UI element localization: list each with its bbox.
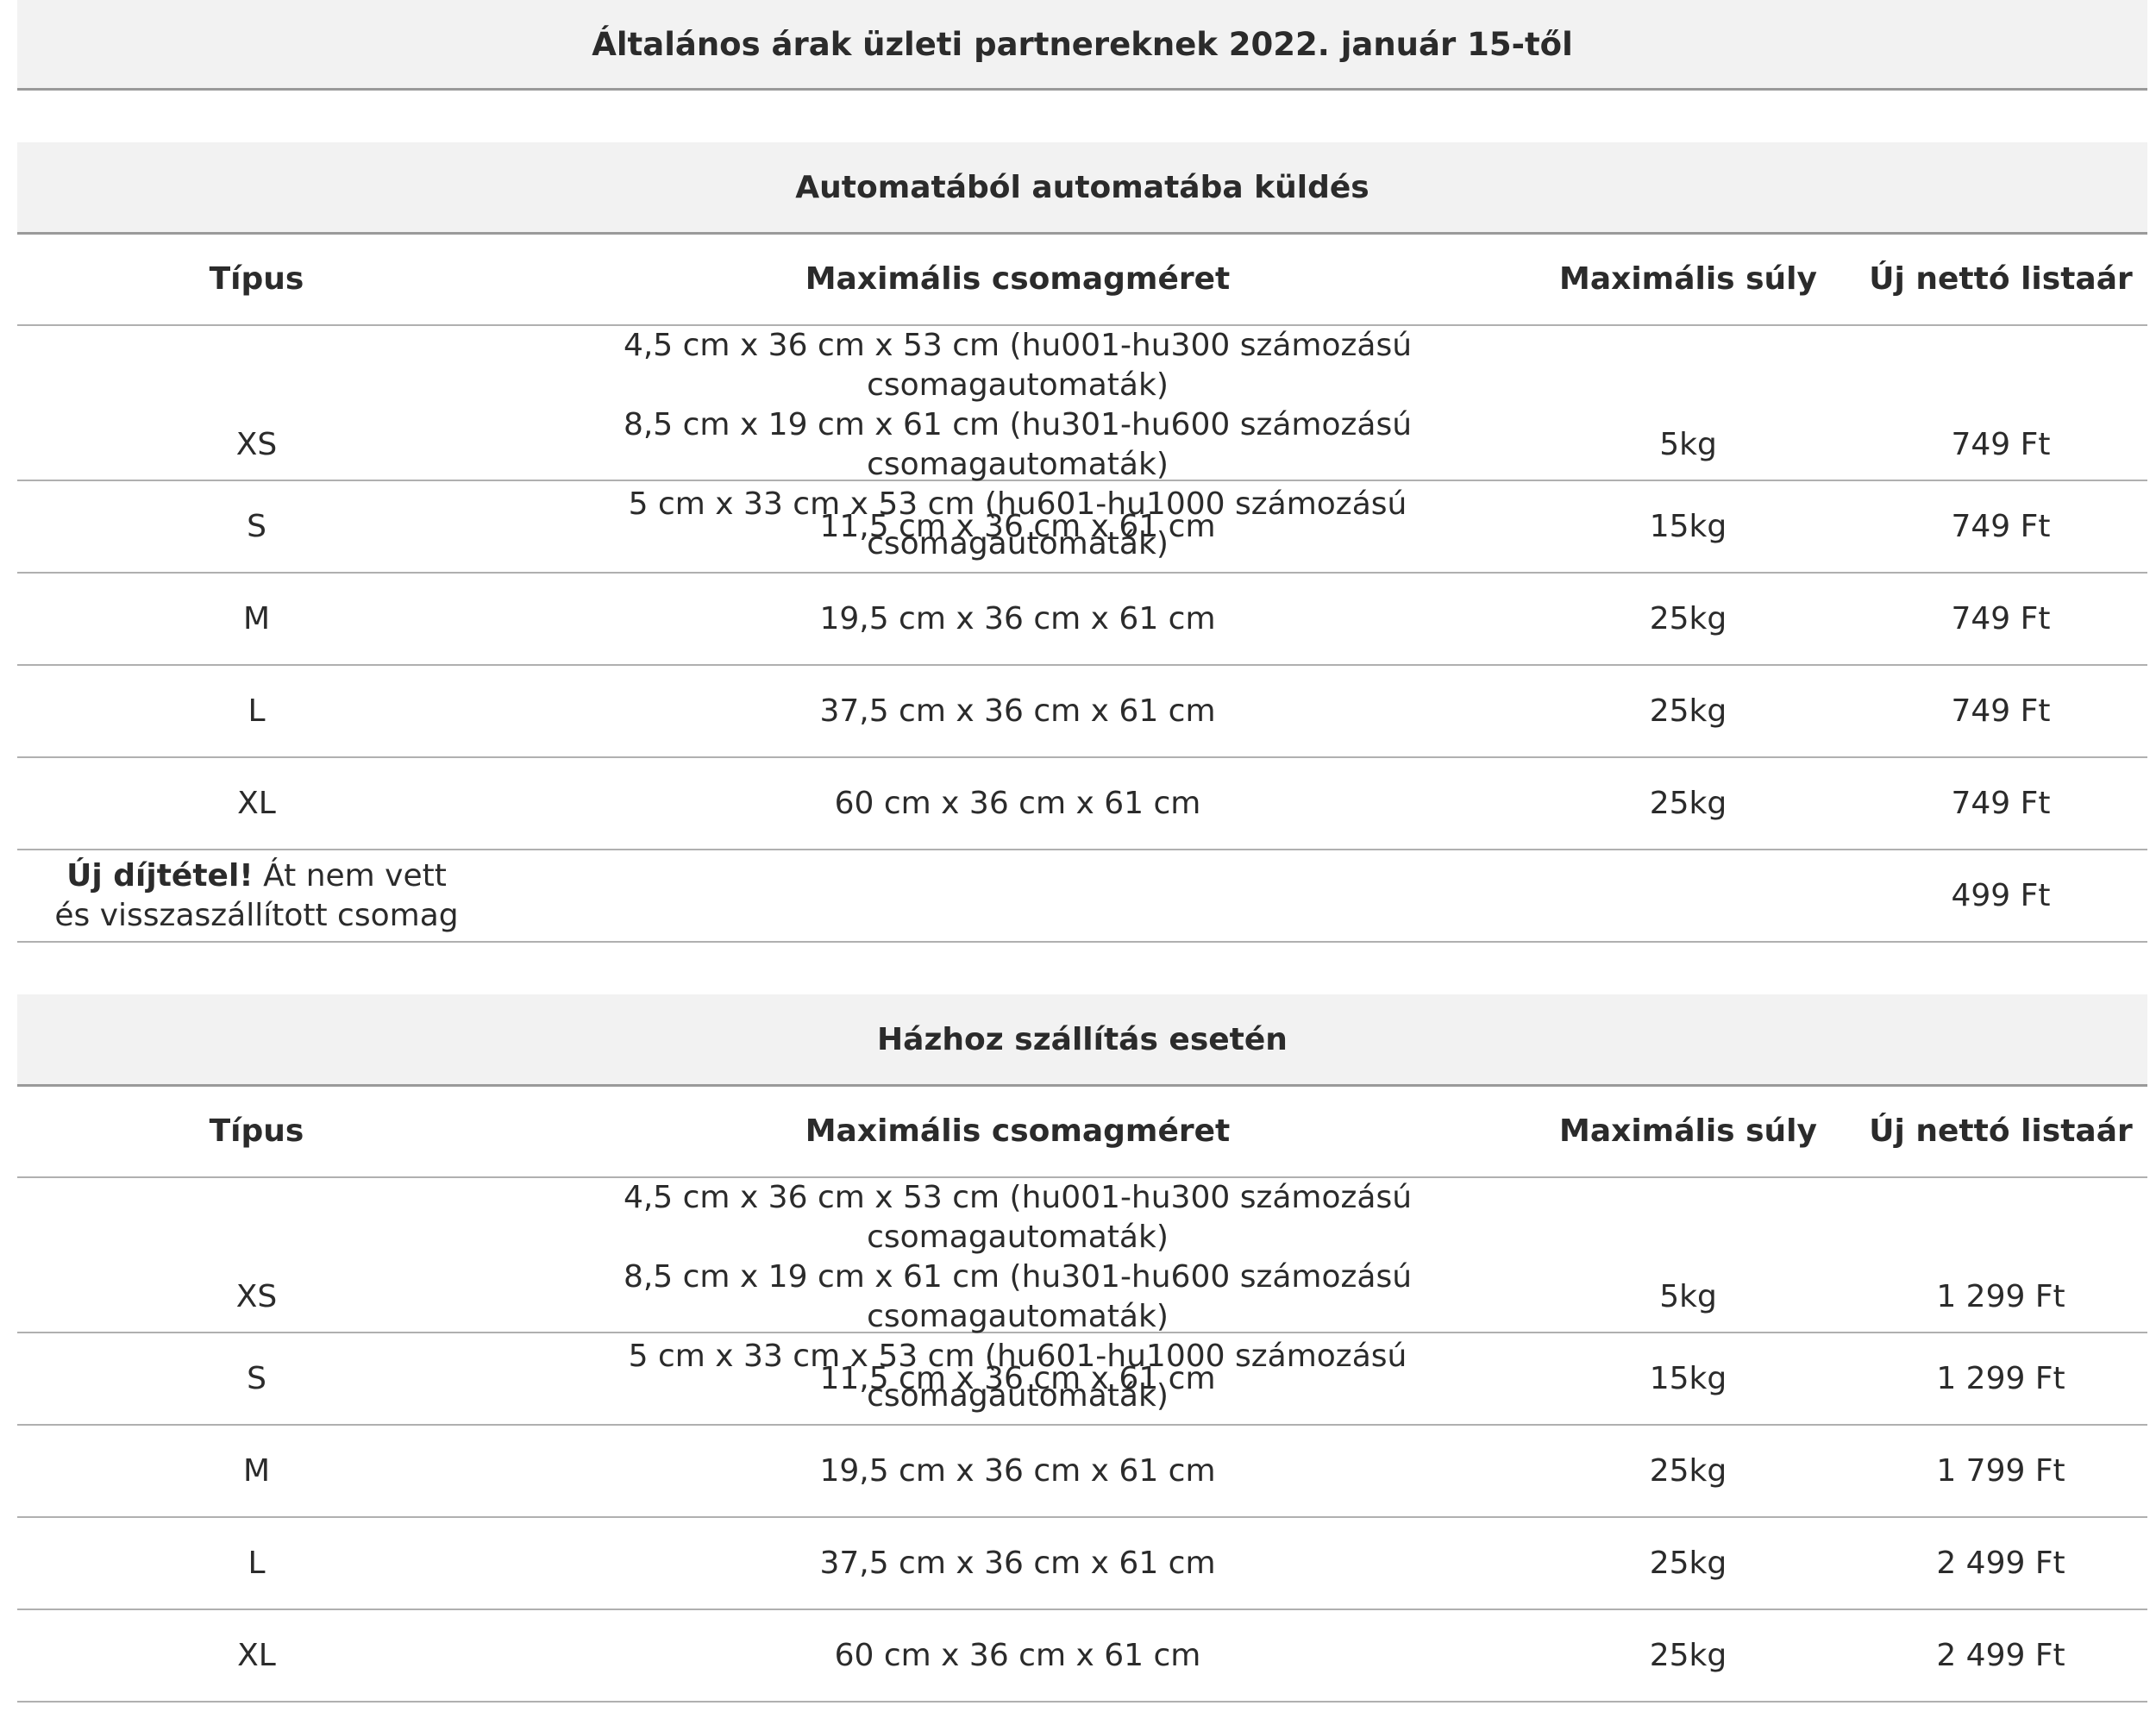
cell-size: 19,5 cm x 36 cm x 61 cm xyxy=(819,600,1216,637)
cell-weight: 15kg xyxy=(1649,508,1727,544)
cell-price: 749 Ft xyxy=(1951,785,2051,821)
cell-type: M xyxy=(242,1452,271,1489)
table-row: S 11,5 cm x 36 cm x 61 cm 15kg 749 Ft xyxy=(17,481,2147,574)
header-type: Típus xyxy=(209,261,304,297)
table-header: Típus Maximális csomagméret Maximális sú… xyxy=(17,235,2147,326)
cell-type: L xyxy=(248,1545,266,1581)
table-row: S 11,5 cm x 36 cm x 61 cm 15kg 1 299 Ft xyxy=(17,1333,2147,1426)
cell-type: M xyxy=(242,600,271,637)
cell-price: 1 799 Ft xyxy=(1936,1452,2065,1489)
header-price: Új nettó listaár xyxy=(1869,1113,2133,1149)
cell-price: 749 Ft xyxy=(1951,693,2051,729)
cell-weight: 15kg xyxy=(1649,1360,1727,1396)
cell-weight: 25kg xyxy=(1649,1452,1727,1489)
table-row: XS 4,5 cm x 36 cm x 53 cm (hu001-hu300 s… xyxy=(17,326,2147,561)
section-home-delivery: Házhoz szállítás esetén Típus Maximális … xyxy=(17,994,2147,1703)
new-fee-line-2: és visszaszállított csomag xyxy=(54,897,459,933)
cell-weight: 25kg xyxy=(1649,600,1727,637)
cell-type: XL xyxy=(237,1637,276,1673)
cell-weight: 25kg xyxy=(1649,1545,1727,1581)
table-row: L 37,5 cm x 36 cm x 61 cm 25kg 2 499 Ft xyxy=(17,1518,2147,1610)
header-size: Maximális csomagméret xyxy=(805,1113,1231,1149)
cell-weight: 25kg xyxy=(1649,785,1727,821)
cell-size: 37,5 cm x 36 cm x 61 cm xyxy=(819,1545,1216,1581)
table-row: M 19,5 cm x 36 cm x 61 cm 25kg 1 799 Ft xyxy=(17,1426,2147,1518)
cell-weight: 25kg xyxy=(1649,693,1727,729)
section-locker-to-locker: Automatából automatába küldés Típus Maxi… xyxy=(17,142,2147,943)
header-weight: Maximális súly xyxy=(1559,1113,1817,1149)
price-document: Általános árak üzleti partnereknek 2022.… xyxy=(17,0,2147,1703)
cell-size: 11,5 cm x 36 cm x 61 cm xyxy=(819,508,1216,544)
size-line: 4,5 cm x 36 cm x 53 cm (hu001-hu300 szám… xyxy=(623,1180,1413,1255)
cell-size: 60 cm x 36 cm x 61 cm xyxy=(834,1637,1201,1673)
cell-size: 37,5 cm x 36 cm x 61 cm xyxy=(819,693,1216,729)
header-price: Új nettó listaár xyxy=(1869,261,2133,297)
size-line: 8,5 cm x 19 cm x 61 cm (hu301-hu600 szám… xyxy=(623,407,1413,482)
table-row: XL 60 cm x 36 cm x 61 cm 25kg 749 Ft xyxy=(17,758,2147,850)
cell-price: 2 499 Ft xyxy=(1936,1637,2065,1673)
cell-size-empty xyxy=(496,850,1539,941)
cell-type: S xyxy=(247,508,266,544)
cell-price: 499 Ft xyxy=(1951,877,2051,913)
cell-price: 2 499 Ft xyxy=(1936,1545,2065,1581)
size-line: 4,5 cm x 36 cm x 53 cm (hu001-hu300 szám… xyxy=(623,328,1413,403)
new-fee-line-1: Új díjtétel! Át nem vett xyxy=(66,856,447,896)
header-size: Maximális csomagméret xyxy=(805,261,1231,297)
cell-price: 749 Ft xyxy=(1951,508,2051,544)
cell-price: 749 Ft xyxy=(1951,600,2051,637)
new-fee-highlight: Új díjtétel! xyxy=(66,857,254,894)
cell-weight: 25kg xyxy=(1649,1637,1727,1673)
section-title: Automatából automatába küldés xyxy=(17,142,2147,235)
table-row-new-fee: Új díjtétel! Át nem vett és visszaszállí… xyxy=(17,850,2147,943)
header-type: Típus xyxy=(209,1113,304,1149)
cell-size: 11,5 cm x 36 cm x 61 cm xyxy=(819,1360,1216,1396)
cell-price: 1 299 Ft xyxy=(1936,1360,2065,1396)
table-row: XS 4,5 cm x 36 cm x 53 cm (hu001-hu300 s… xyxy=(17,1178,2147,1414)
cell-type: S xyxy=(247,1360,266,1396)
section-title: Házhoz szállítás esetén xyxy=(17,994,2147,1087)
size-line: 8,5 cm x 19 cm x 61 cm (hu301-hu600 szám… xyxy=(623,1259,1413,1334)
new-fee-text: Át nem vett xyxy=(253,857,447,894)
table-row: XL 60 cm x 36 cm x 61 cm 25kg 2 499 Ft xyxy=(17,1610,2147,1703)
page-title: Általános árak üzleti partnereknek 2022.… xyxy=(17,0,2147,91)
cell-size: 60 cm x 36 cm x 61 cm xyxy=(834,785,1201,821)
cell-weight-empty xyxy=(1539,850,1837,941)
table-row: M 19,5 cm x 36 cm x 61 cm 25kg 749 Ft xyxy=(17,574,2147,666)
cell-size: 19,5 cm x 36 cm x 61 cm xyxy=(819,1452,1216,1489)
cell-type: L xyxy=(248,693,266,729)
header-weight: Maximális súly xyxy=(1559,261,1817,297)
cell-new-fee-label: Új díjtétel! Át nem vett és visszaszállí… xyxy=(17,850,496,941)
cell-type: XL xyxy=(237,785,276,821)
table-row: L 37,5 cm x 36 cm x 61 cm 25kg 749 Ft xyxy=(17,666,2147,758)
table-header: Típus Maximális csomagméret Maximális sú… xyxy=(17,1087,2147,1178)
